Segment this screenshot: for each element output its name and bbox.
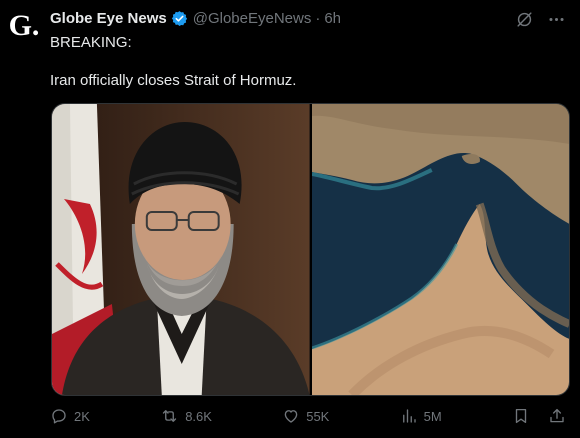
repost-button[interactable]: 8.6K xyxy=(160,407,212,425)
repost-count: 8.6K xyxy=(185,408,212,424)
repost-icon xyxy=(163,410,177,422)
share-icon xyxy=(550,408,564,423)
heart-icon xyxy=(284,410,298,423)
secondary-actions xyxy=(512,407,566,425)
separator-dot: · xyxy=(315,10,321,27)
post-line-headline: Iran officially closes Strait of Hormuz. xyxy=(50,72,297,89)
satellite-map-photo[interactable] xyxy=(311,104,569,395)
grok-icon[interactable] xyxy=(514,9,534,29)
views-button[interactable]: 5M xyxy=(400,407,442,425)
media-grid[interactable] xyxy=(51,103,570,396)
views-count: 5M xyxy=(423,408,442,424)
post-text: BREAKING: Iran officially closes Strait … xyxy=(50,33,560,91)
reply-count: 2K xyxy=(74,408,90,424)
like-button[interactable]: 55K xyxy=(282,407,329,425)
post-header: Globe Eye News @GlobeEyeNews · 6h xyxy=(50,10,510,27)
reply-button[interactable]: 2K xyxy=(50,407,90,425)
avatar-letter: G. xyxy=(8,9,40,42)
handle[interactable]: @GlobeEyeNews xyxy=(193,10,312,27)
display-name[interactable]: Globe Eye News xyxy=(50,10,167,27)
avatar[interactable]: G. xyxy=(6,8,42,44)
views-icon xyxy=(402,409,416,423)
timestamp[interactable]: 6h xyxy=(324,10,341,27)
action-bar: 2K 8.6K 55K 5M xyxy=(50,407,566,425)
share-button[interactable] xyxy=(548,407,566,425)
bookmark-icon xyxy=(515,408,527,424)
reply-icon xyxy=(52,409,66,424)
like-count: 55K xyxy=(306,408,330,424)
top-right-actions xyxy=(514,9,566,29)
bookmark-button[interactable] xyxy=(512,407,530,425)
portrait-photo[interactable] xyxy=(52,104,312,395)
verified-badge-icon xyxy=(171,10,188,27)
more-options-icon[interactable] xyxy=(546,9,566,29)
post-line-breaking: BREAKING: xyxy=(50,34,132,51)
